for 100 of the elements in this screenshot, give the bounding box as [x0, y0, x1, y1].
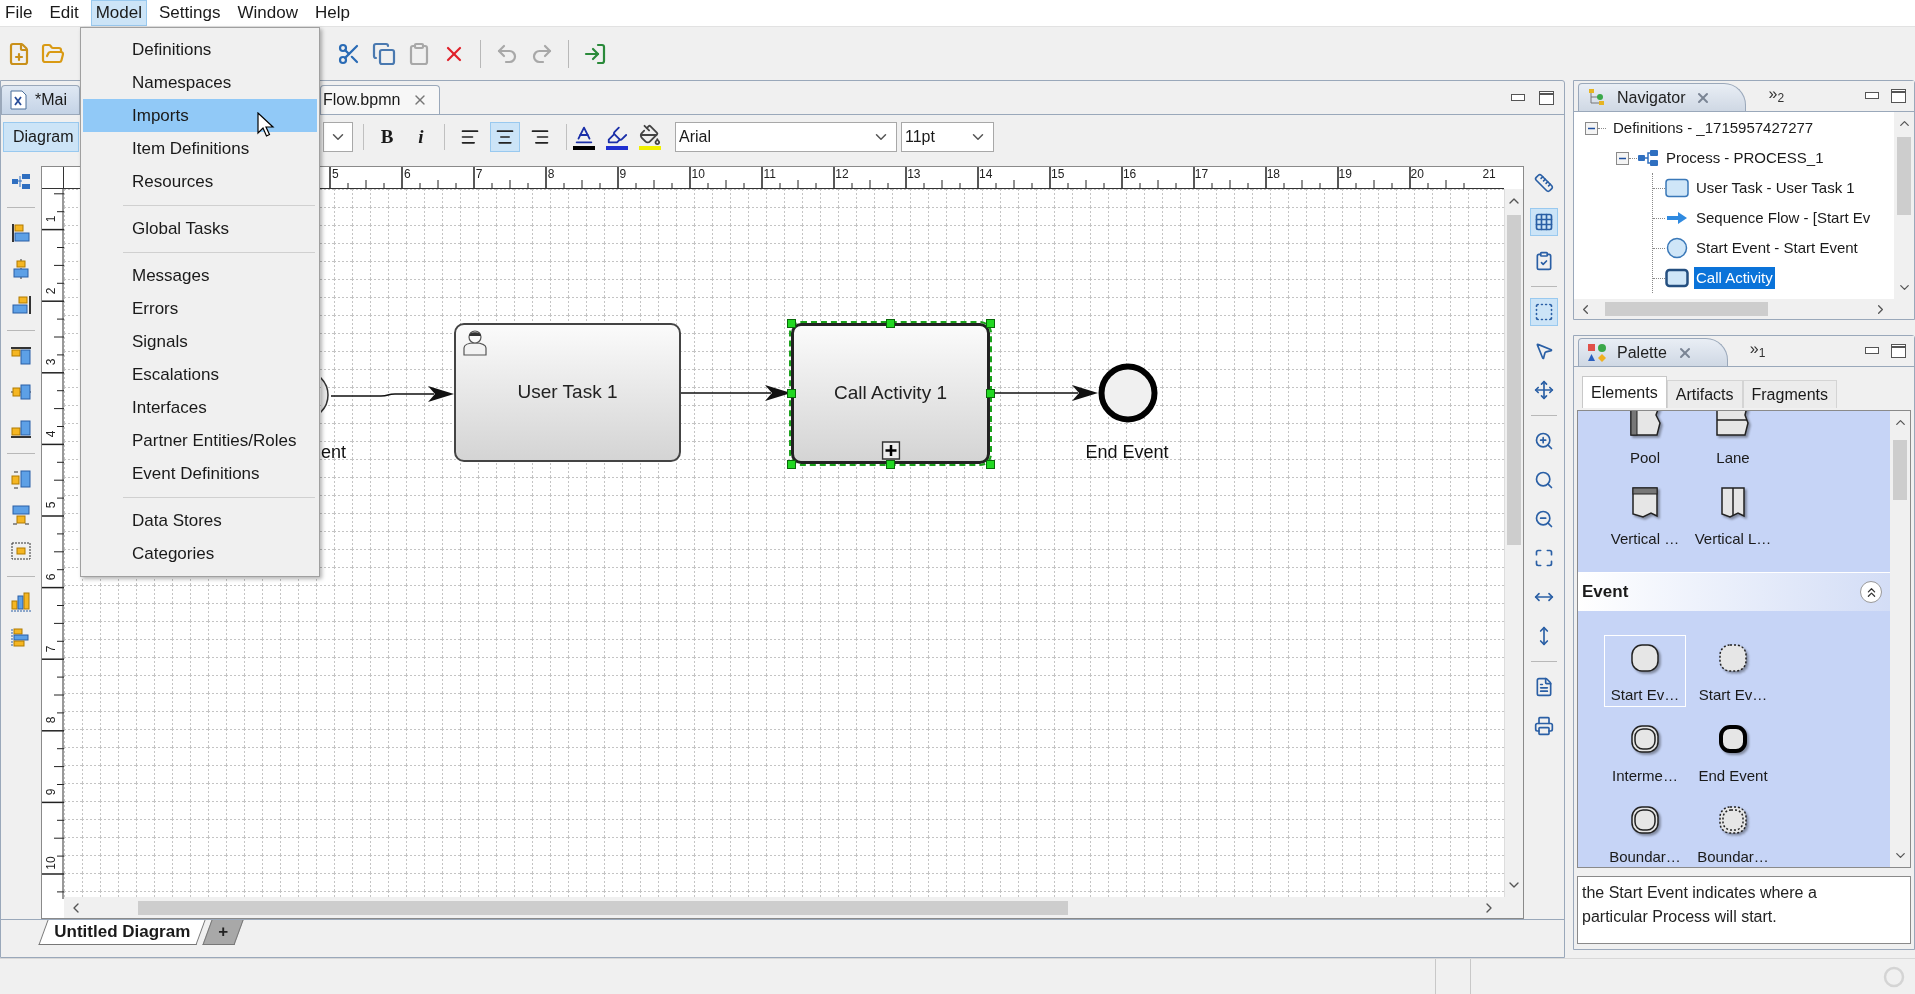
user-task[interactable]: User Task 1: [454, 323, 681, 462]
palette-item[interactable]: Boundar…: [1692, 797, 1774, 867]
dropdown-menu-item[interactable]: Item Definitions: [83, 132, 317, 165]
font-family-combo[interactable]: Arial: [675, 122, 897, 152]
align-middle-icon[interactable]: [10, 381, 32, 403]
editor-tab[interactable]: Flow.bpmn: [320, 85, 440, 114]
scrollbar-thumb[interactable]: [1507, 215, 1521, 545]
palette-item[interactable]: Vertical …: [1604, 479, 1686, 551]
resize-handle[interactable]: [886, 318, 895, 328]
vertical-scrollbar[interactable]: [1890, 411, 1910, 867]
resize-handle[interactable]: [786, 389, 796, 398]
menu-item[interactable]: Help: [309, 0, 355, 26]
horizontal-scrollbar[interactable]: [64, 897, 1523, 918]
tree-item[interactable]: Definitions - _1715957427277: [1611, 116, 1816, 140]
font-size-combo[interactable]: 11pt: [901, 122, 994, 152]
dropdown-menu-item[interactable]: Data Stores: [83, 504, 317, 537]
menu-item[interactable]: Edit: [44, 0, 84, 26]
add-tab-button[interactable]: +: [202, 920, 244, 945]
bold-button[interactable]: B: [374, 123, 400, 151]
palette-item[interactable]: Interme…: [1604, 716, 1686, 788]
highlighter-icon[interactable]: [606, 124, 628, 150]
end-event[interactable]: [1098, 363, 1158, 423]
align-bottom-icon[interactable]: [10, 417, 32, 439]
export-icon[interactable]: [583, 41, 607, 66]
more-views-indicator[interactable]: »$_{2}$: [1768, 82, 1785, 106]
align-center-button[interactable]: [490, 122, 520, 152]
dropdown-menu-item[interactable]: Interfaces: [83, 391, 317, 424]
same-width-icon[interactable]: [10, 468, 32, 490]
scrollbar-thumb[interactable]: [1897, 137, 1911, 215]
diagram-tab[interactable]: Untitled Diagram: [38, 920, 206, 945]
tree-item[interactable]: Call Activity: [1694, 266, 1775, 290]
align-left-icon[interactable]: [10, 222, 32, 244]
diagram-view-button[interactable]: Diagram: [3, 122, 79, 152]
call-activity[interactable]: Call Activity 1: [791, 323, 990, 464]
distribute-horizontal-icon[interactable]: [10, 591, 32, 613]
editor-tab[interactable]: *Mai: [1, 85, 80, 114]
minimize-icon[interactable]: [1865, 347, 1879, 355]
collapse-button[interactable]: [1860, 581, 1882, 603]
tree-item[interactable]: User Task - User Task 1: [1694, 176, 1857, 200]
dropdown-menu-item[interactable]: Categories: [83, 537, 317, 570]
scrollbar-thumb[interactable]: [138, 900, 1068, 915]
dropdown-menu-item[interactable]: Messages: [83, 259, 317, 292]
maximize-icon[interactable]: [1539, 91, 1554, 105]
category-tab[interactable]: Artifacts: [1666, 380, 1743, 408]
minimize-icon[interactable]: [1511, 94, 1525, 102]
dropdown-menu-item[interactable]: Namespaces: [83, 66, 317, 99]
resize-handle[interactable]: [786, 318, 796, 328]
same-height-icon[interactable]: [10, 504, 32, 526]
view-tab[interactable]: Navigator: [1578, 83, 1747, 111]
font-color-icon[interactable]: [573, 124, 595, 150]
grid-tool[interactable]: [1530, 208, 1558, 236]
distribute-vertical-icon[interactable]: [10, 627, 32, 649]
palette-item[interactable]: Start Ev…: [1692, 635, 1774, 707]
vertical-scrollbar[interactable]: [1894, 112, 1914, 299]
copy-icon[interactable]: [372, 41, 396, 66]
dropdown-menu-item[interactable]: Event Definitions: [83, 457, 317, 490]
dropdown-menu-item[interactable]: Global Tasks: [83, 212, 317, 245]
category-tab[interactable]: Elements: [1582, 376, 1667, 408]
menu-item[interactable]: Window: [232, 0, 303, 26]
more-views-indicator[interactable]: »$_{1}$: [1749, 337, 1766, 361]
maximize-icon[interactable]: [1891, 344, 1906, 358]
resize-handle[interactable]: [786, 459, 796, 469]
dropdown-menu-item[interactable]: Partner Entities/Roles: [83, 424, 317, 457]
marquee-select-tool[interactable]: [1530, 298, 1558, 326]
sequence-flow-arrow[interactable]: [331, 384, 454, 404]
align-top-icon[interactable]: [10, 345, 32, 367]
paint-bucket-icon[interactable]: [639, 124, 661, 150]
menu-item[interactable]: Model: [90, 0, 147, 26]
collapse-icon[interactable]: [1585, 121, 1598, 135]
vertical-scrollbar[interactable]: [1504, 189, 1523, 897]
palette-item[interactable]: Lane: [1692, 411, 1774, 470]
view-tab[interactable]: Palette: [1578, 338, 1728, 366]
dropdown-menu-item[interactable]: Signals: [83, 325, 317, 358]
align-center-icon[interactable]: [10, 258, 32, 280]
dropdown-menu-item[interactable]: Imports: [83, 99, 317, 132]
palette-item[interactable]: Pool: [1604, 411, 1686, 470]
category-tab[interactable]: Fragments: [1742, 380, 1837, 408]
italic-button[interactable]: i: [408, 123, 434, 151]
resize-handle[interactable]: [985, 459, 995, 469]
palette-item[interactable]: Start Ev…: [1604, 635, 1686, 707]
center-icon[interactable]: [10, 540, 32, 562]
tree-item[interactable]: Start Event - Start Event: [1694, 236, 1860, 260]
tree-item[interactable]: Sequence Flow - [Start Ev: [1694, 206, 1873, 230]
resize-handle[interactable]: [985, 318, 995, 328]
palette-item[interactable]: Boundar…: [1604, 797, 1686, 867]
scrollbar-thumb[interactable]: [1893, 440, 1907, 500]
scissors-icon[interactable]: [337, 41, 361, 66]
resize-handle[interactable]: [886, 459, 895, 469]
minimize-icon[interactable]: [1865, 92, 1879, 100]
combo-box[interactable]: [323, 122, 353, 152]
palette-item[interactable]: Vertical L…: [1692, 479, 1774, 551]
collapse-icon[interactable]: [1616, 151, 1629, 165]
menu-item[interactable]: File: [0, 0, 38, 26]
dropdown-menu-item[interactable]: Errors: [83, 292, 317, 325]
maximize-icon[interactable]: [1891, 89, 1906, 103]
horizontal-scrollbar[interactable]: [1574, 299, 1914, 319]
align-right-icon[interactable]: [10, 294, 32, 316]
palette-item[interactable]: End Event: [1692, 716, 1774, 788]
dropdown-menu-item[interactable]: Definitions: [83, 33, 317, 66]
resize-handle[interactable]: [985, 389, 995, 398]
